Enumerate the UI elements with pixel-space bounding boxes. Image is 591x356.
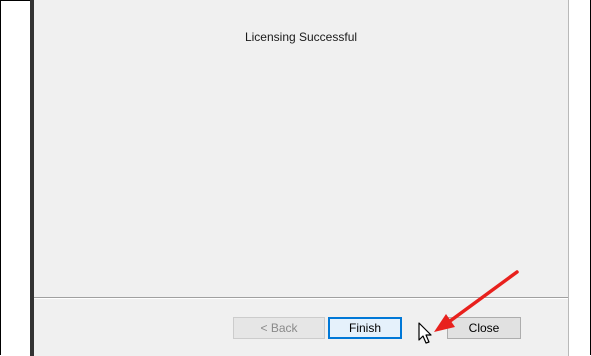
finish-button[interactable]: Finish	[328, 317, 402, 339]
dialog-panel: Licensing Successful	[34, 0, 569, 356]
close-button[interactable]: Close	[447, 317, 521, 339]
right-margin	[569, 0, 590, 356]
back-button[interactable]: < Back	[233, 317, 325, 339]
dialog-title: Licensing Successful	[244, 30, 358, 44]
button-bar-separator	[34, 297, 568, 299]
mouse-pointer-icon	[418, 322, 432, 344]
